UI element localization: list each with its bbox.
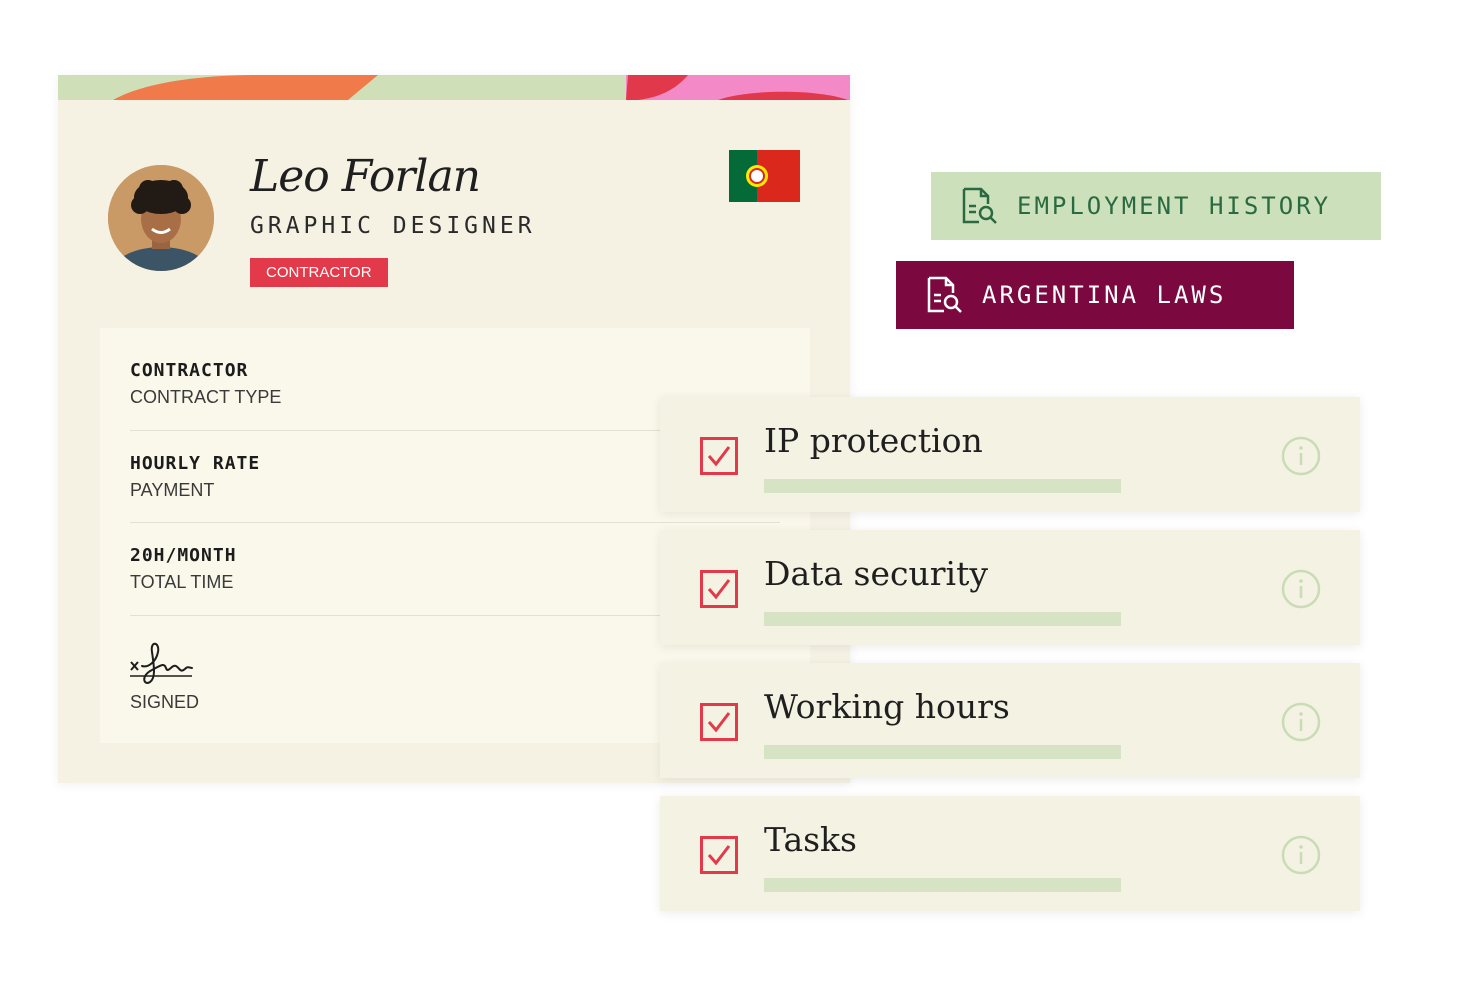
checkbox-checked-icon[interactable] (700, 437, 738, 475)
argentina-laws-label: ARGENTINA LAWS (982, 281, 1227, 309)
detail-value: CONTRACTOR (130, 360, 249, 381)
info-icon[interactable] (1281, 835, 1321, 875)
checklist-item-tasks[interactable]: Tasks (660, 796, 1360, 911)
checklist-item-bar (764, 612, 1121, 626)
checklist-item-title: IP protection (764, 421, 983, 460)
checklist-item-title: Working hours (764, 687, 1010, 726)
employment-history-tag[interactable]: EMPLOYMENT HISTORY (931, 172, 1381, 240)
avatar (108, 165, 214, 271)
document-search-icon (927, 276, 962, 313)
card-banner-decoration (58, 75, 850, 100)
checklist-item-title: Data security (764, 554, 988, 593)
info-icon[interactable] (1281, 702, 1321, 742)
checklist-item-data-security[interactable]: Data security (660, 530, 1360, 645)
checklist-item-bar (764, 745, 1121, 759)
checkbox-checked-icon[interactable] (700, 703, 738, 741)
employment-history-label: EMPLOYMENT HISTORY (1017, 192, 1332, 220)
checklist-item-bar (764, 878, 1121, 892)
checklist-item-ip-protection[interactable]: IP protection (660, 397, 1360, 512)
checklist-item-working-hours[interactable]: Working hours (660, 663, 1360, 778)
checklist-item-title: Tasks (764, 820, 857, 859)
job-title: GRAPHIC DESIGNER (250, 213, 536, 239)
signature-icon (130, 642, 193, 684)
portugal-flag-icon (729, 150, 800, 202)
info-icon[interactable] (1281, 569, 1321, 609)
contractor-name: Leo Forlan (250, 151, 481, 202)
checklist-item-bar (764, 479, 1121, 493)
document-search-icon (962, 187, 997, 224)
contract-type-badge: CONTRACTOR (250, 258, 388, 287)
checkbox-checked-icon[interactable] (700, 570, 738, 608)
argentina-laws-tag[interactable]: ARGENTINA LAWS (896, 261, 1294, 329)
signed-label: SIGNED (130, 692, 200, 712)
info-icon[interactable] (1281, 436, 1321, 476)
checkbox-checked-icon[interactable] (700, 836, 738, 874)
